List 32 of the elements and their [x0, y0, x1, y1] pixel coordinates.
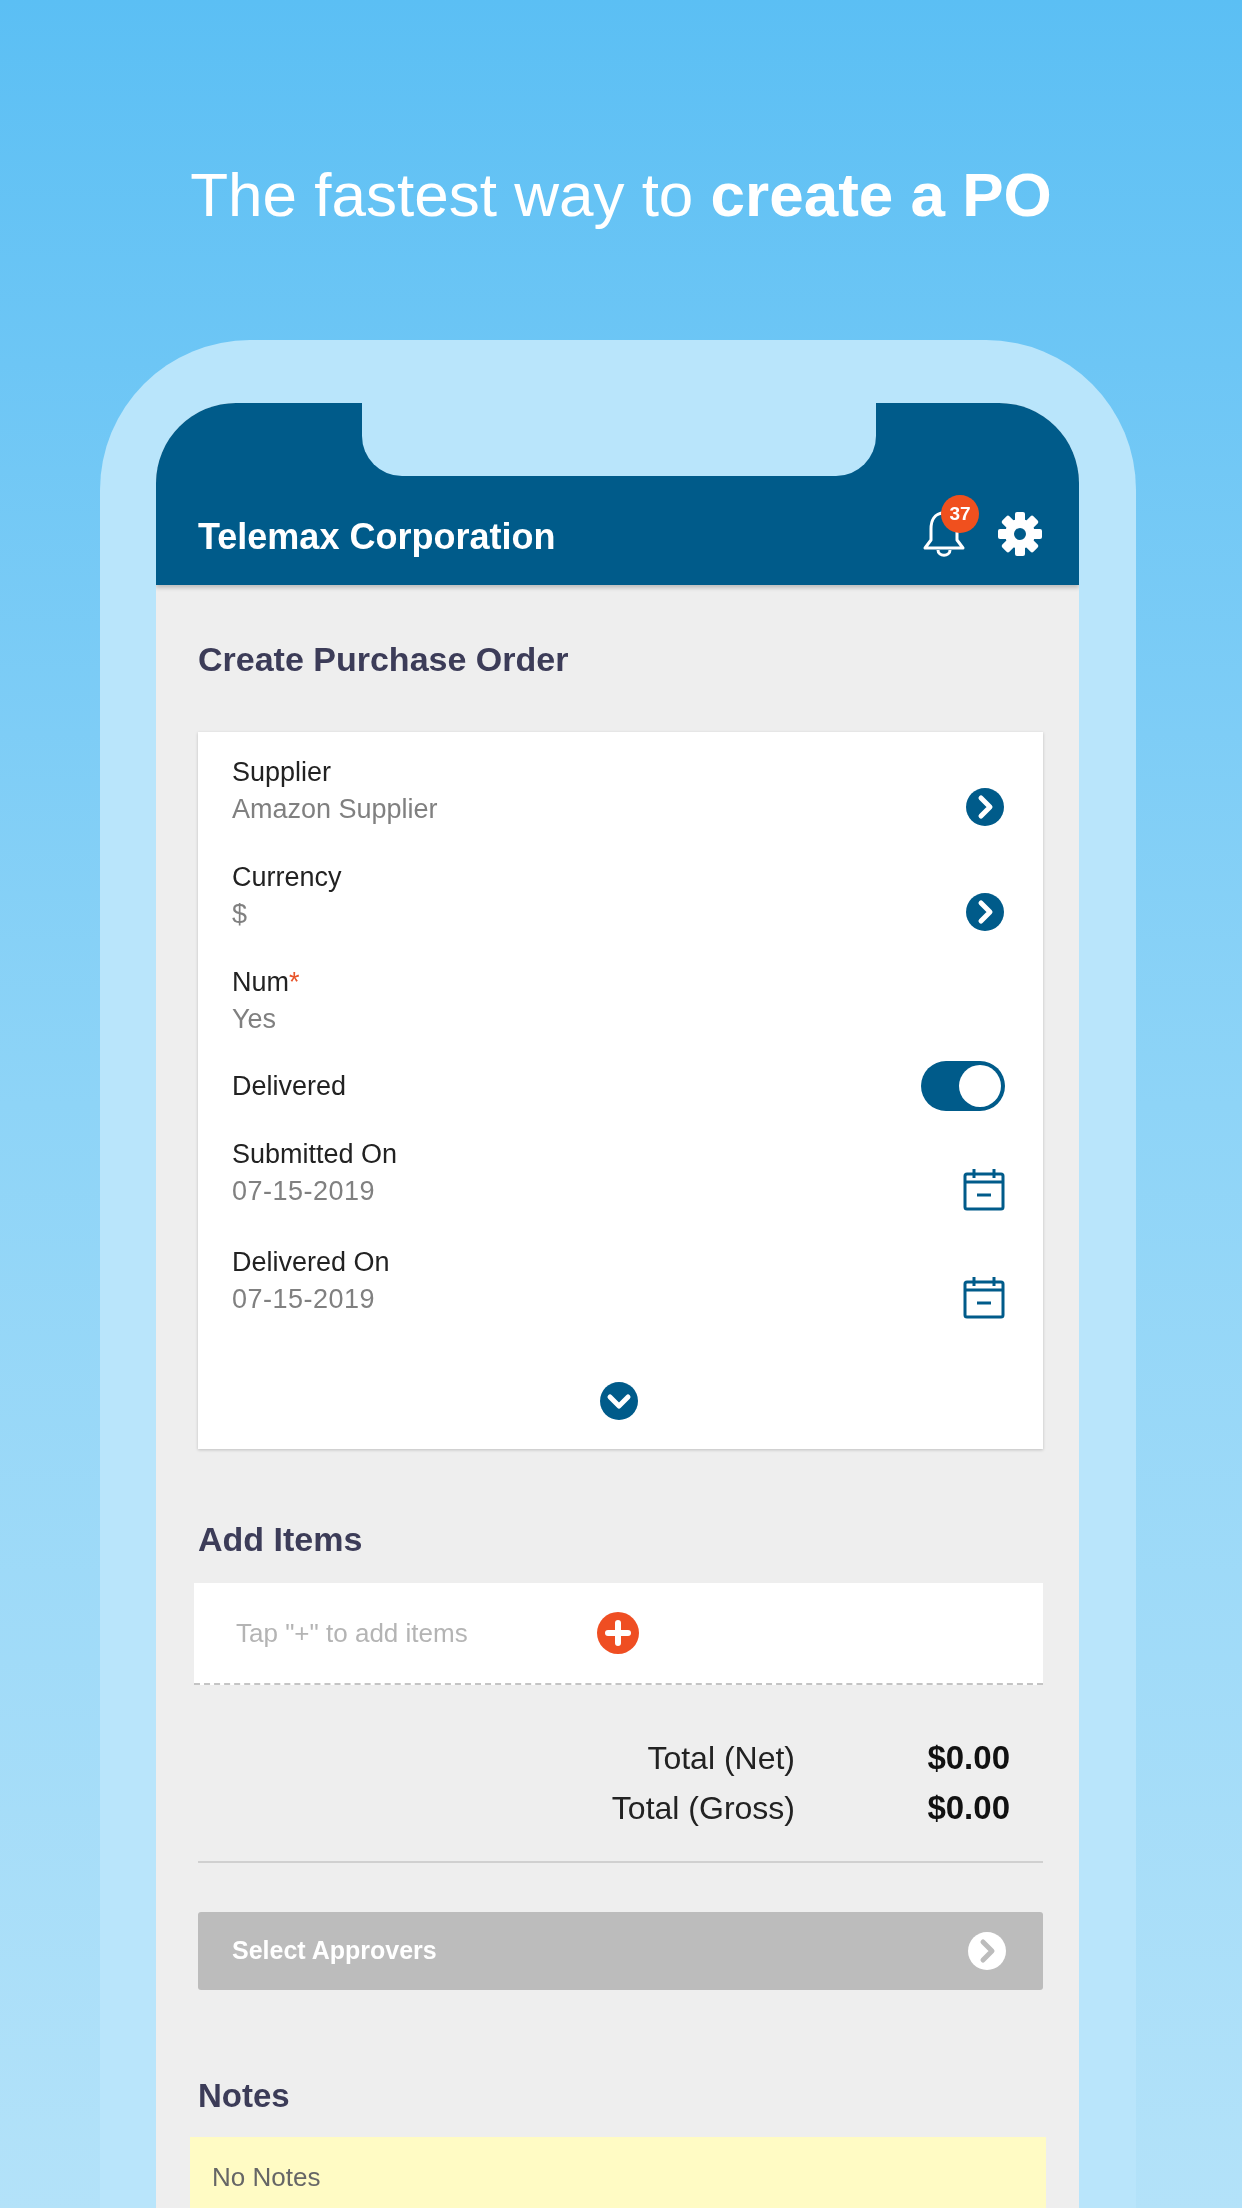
field-label: Num*	[232, 966, 301, 999]
settings-icon[interactable]	[997, 511, 1043, 557]
total-label: Total (Net)	[646, 1739, 795, 1778]
chevron-down-icon[interactable]	[598, 1381, 639, 1421]
field-label: Currency	[232, 861, 343, 894]
page-title: Create Purchase Order	[198, 639, 570, 679]
notification-badge: 37	[941, 495, 979, 533]
field-label: Delivered On	[232, 1246, 391, 1279]
calendar-icon[interactable]	[963, 1275, 1005, 1319]
toggle-switch[interactable]	[921, 1061, 1005, 1111]
field-value: 07-15-2019	[232, 1283, 377, 1316]
field-value: 07-15-2019	[232, 1175, 377, 1208]
chevron-right-icon	[967, 1931, 1007, 1971]
field-value: $	[232, 898, 249, 931]
chevron-right-icon[interactable]	[965, 786, 1005, 827]
field-label: Supplier	[232, 756, 333, 789]
total-value: $0.00	[926, 1788, 1010, 1828]
calendar-icon[interactable]	[963, 1167, 1005, 1211]
input-field[interactable]: Tap "+" to add items	[236, 1613, 566, 1653]
chevron-right-icon[interactable]	[965, 891, 1005, 932]
total-label: Total (Gross)	[610, 1789, 795, 1828]
total-value: $0.00	[926, 1738, 1010, 1778]
notes-text: No Notes	[212, 2161, 322, 2194]
field-value: Yes	[232, 1003, 278, 1036]
section-heading: Add Items	[198, 1519, 364, 1559]
headline: The fastest way to create a PO	[190, 159, 1052, 231]
section-heading: Notes	[198, 2076, 291, 2116]
add-icon[interactable]	[596, 1611, 640, 1655]
field-value: Amazon Supplier	[232, 793, 439, 826]
app-title: Telemax Corporation	[198, 515, 557, 559]
field-label: Delivered	[232, 1070, 348, 1103]
field-label: Submitted On	[232, 1138, 399, 1171]
